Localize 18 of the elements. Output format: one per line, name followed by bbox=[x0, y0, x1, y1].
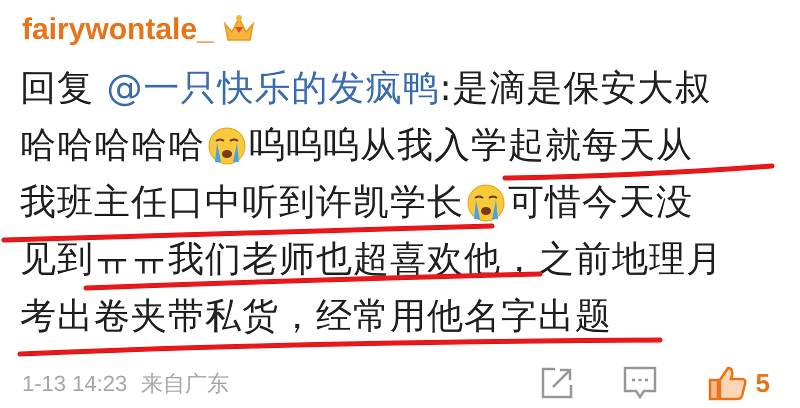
comment-text: 哈哈哈哈哈 bbox=[20, 124, 205, 168]
username[interactable]: fairywontale_ bbox=[22, 6, 214, 52]
crying-emoji-icon bbox=[207, 126, 247, 166]
comment-text: 我班主任口中听到许凯学长 bbox=[20, 180, 464, 224]
comment-text: 考出卷夹带私货，经常用他名字出题 bbox=[20, 294, 612, 338]
mention-link[interactable]: @一只快乐的发疯鸭 bbox=[106, 62, 440, 116]
thumbs-up-icon[interactable] bbox=[708, 365, 748, 401]
like-count: 5 bbox=[756, 366, 770, 400]
comment-text: 回复 bbox=[20, 66, 95, 110]
comment-text: 可惜今天没 bbox=[508, 180, 693, 224]
comment-time: 1-13 14:23 bbox=[22, 370, 128, 398]
comment-text: 呜呜呜从我入学起就每天从 bbox=[249, 124, 693, 168]
comment-icon[interactable] bbox=[622, 365, 658, 401]
crying-emoji-icon bbox=[466, 182, 506, 222]
comment-text: :是滴是保安大叔 bbox=[439, 66, 712, 110]
crown-icon bbox=[222, 14, 256, 44]
comment-source: 来自广东 bbox=[141, 370, 230, 398]
share-icon[interactable] bbox=[540, 366, 574, 400]
